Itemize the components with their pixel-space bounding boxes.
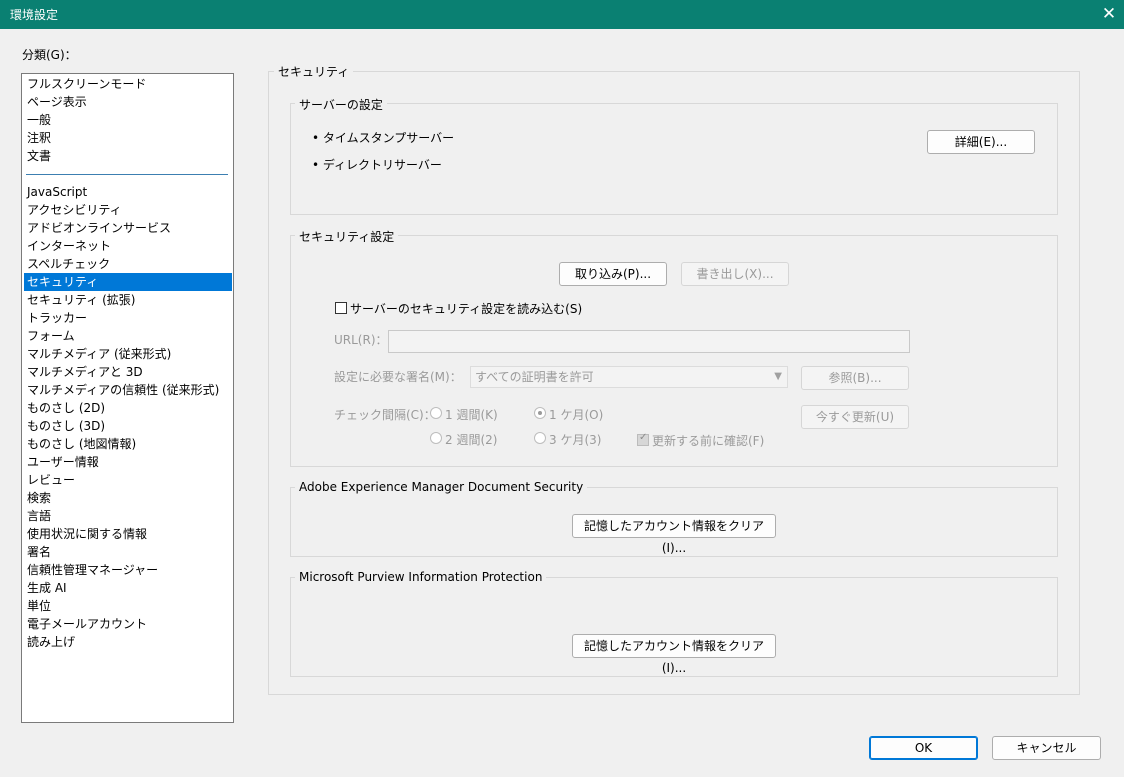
- category-item[interactable]: フォーム: [24, 327, 232, 345]
- chevron-down-icon: ▼: [774, 371, 782, 382]
- category-item[interactable]: ものさし (地図情報): [24, 435, 232, 453]
- category-item[interactable]: インターネット: [24, 237, 232, 255]
- url-input[interactable]: [388, 330, 910, 353]
- category-item[interactable]: フルスクリーンモード: [24, 75, 232, 93]
- category-item[interactable]: ユーザー情報: [24, 453, 232, 471]
- radio-2-weeks-label: 2 週間(2): [445, 433, 498, 447]
- confirm-before-update-label: 更新する前に確認(F): [652, 434, 765, 448]
- signature-label: 設定に必要な署名(M)：: [334, 370, 462, 384]
- radio-1-week[interactable]: [430, 407, 442, 419]
- import-button[interactable]: 取り込み(P)...: [559, 262, 667, 286]
- radio-1-month[interactable]: [534, 407, 546, 419]
- security-title: セキュリティ: [274, 63, 354, 80]
- server-settings-title: サーバーの設定: [295, 96, 387, 113]
- signature-select-value: すべての証明書を許可: [475, 370, 594, 384]
- category-item[interactable]: 注釈: [24, 129, 232, 147]
- url-label: URL(R)：: [334, 333, 388, 347]
- category-item[interactable]: 使用状況に関する情報: [24, 525, 232, 543]
- category-item[interactable]: 検索: [24, 489, 232, 507]
- category-item[interactable]: 生成 AI: [24, 579, 232, 597]
- radio-1-week-label: 1 週間(K): [445, 408, 498, 422]
- directory-server-item: • ディレクトリサーバー: [312, 158, 442, 172]
- aem-clear-credentials-button[interactable]: 記憶したアカウント情報をクリア(I)...: [572, 514, 776, 555]
- radio-3-months-label: 3 ケ月(3): [549, 433, 602, 447]
- security-settings-title: セキュリティ設定: [295, 228, 399, 245]
- export-button[interactable]: 書き出し(X)...: [681, 262, 789, 286]
- category-item[interactable]: アドビオンラインサービス: [24, 219, 232, 237]
- confirm-before-update-checkbox[interactable]: [637, 432, 649, 446]
- category-item[interactable]: トラッカー: [24, 309, 232, 327]
- category-item[interactable]: ものさし (2D): [24, 399, 232, 417]
- category-item[interactable]: 署名: [24, 543, 232, 561]
- timestamp-server-item: • タイムスタンプサーバー: [312, 131, 455, 145]
- browse-button[interactable]: 参照(B)...: [801, 366, 909, 390]
- ok-button[interactable]: OK: [869, 736, 978, 760]
- purview-clear-credentials-button[interactable]: 記憶したアカウント情報をクリア(I)...: [572, 634, 776, 675]
- category-item[interactable]: ものさし (3D): [24, 417, 232, 435]
- category-item[interactable]: スペルチェック: [24, 255, 232, 273]
- update-now-button[interactable]: 今すぐ更新(U): [801, 405, 909, 429]
- window-title: 環境設定: [10, 8, 59, 22]
- category-item[interactable]: 言語: [24, 507, 232, 525]
- signature-select[interactable]: すべての証明書を許可 ▼: [470, 366, 788, 388]
- close-icon[interactable]: ✕: [1094, 0, 1124, 29]
- category-separator: [26, 174, 228, 175]
- category-item[interactable]: 単位: [24, 597, 232, 615]
- category-item[interactable]: JavaScript: [24, 183, 232, 201]
- category-item[interactable]: マルチメディアと 3D: [24, 363, 232, 381]
- category-item[interactable]: セキュリティ (拡張): [24, 291, 232, 309]
- purview-title: Microsoft Purview Information Protection: [295, 570, 547, 584]
- radio-2-weeks[interactable]: [430, 432, 442, 444]
- category-item[interactable]: 文書: [24, 147, 232, 165]
- category-item[interactable]: 電子メールアカウント: [24, 615, 232, 633]
- radio-3-months[interactable]: [534, 432, 546, 444]
- radio-1-month-label: 1 ケ月(O): [549, 408, 604, 422]
- category-label: 分類(G)：: [22, 48, 77, 62]
- category-item-selected[interactable]: セキュリティ: [24, 273, 232, 291]
- category-item[interactable]: レビュー: [24, 471, 232, 489]
- load-server-settings-label: サーバーのセキュリティ設定を読み込む(S): [350, 302, 583, 316]
- load-server-settings-checkbox[interactable]: [335, 302, 347, 314]
- aem-title: Adobe Experience Manager Document Securi…: [295, 480, 588, 494]
- category-item[interactable]: マルチメディアの信頼性 (従来形式): [24, 381, 232, 399]
- category-item[interactable]: 読み上げ: [24, 633, 232, 651]
- category-item[interactable]: 一般: [24, 111, 232, 129]
- category-list[interactable]: フルスクリーンモード ページ表示 一般 注釈 文書 JavaScript アクセ…: [21, 73, 234, 723]
- category-item[interactable]: アクセシビリティ: [24, 201, 232, 219]
- details-button[interactable]: 詳細(E)...: [927, 130, 1035, 154]
- category-item[interactable]: マルチメディア (従来形式): [24, 345, 232, 363]
- category-item[interactable]: ページ表示: [24, 93, 232, 111]
- category-item[interactable]: 信頼性管理マネージャー: [24, 561, 232, 579]
- cancel-button[interactable]: キャンセル: [992, 736, 1101, 760]
- title-bar: 環境設定 ✕: [0, 0, 1124, 29]
- interval-label: チェック間隔(C)：: [334, 408, 436, 422]
